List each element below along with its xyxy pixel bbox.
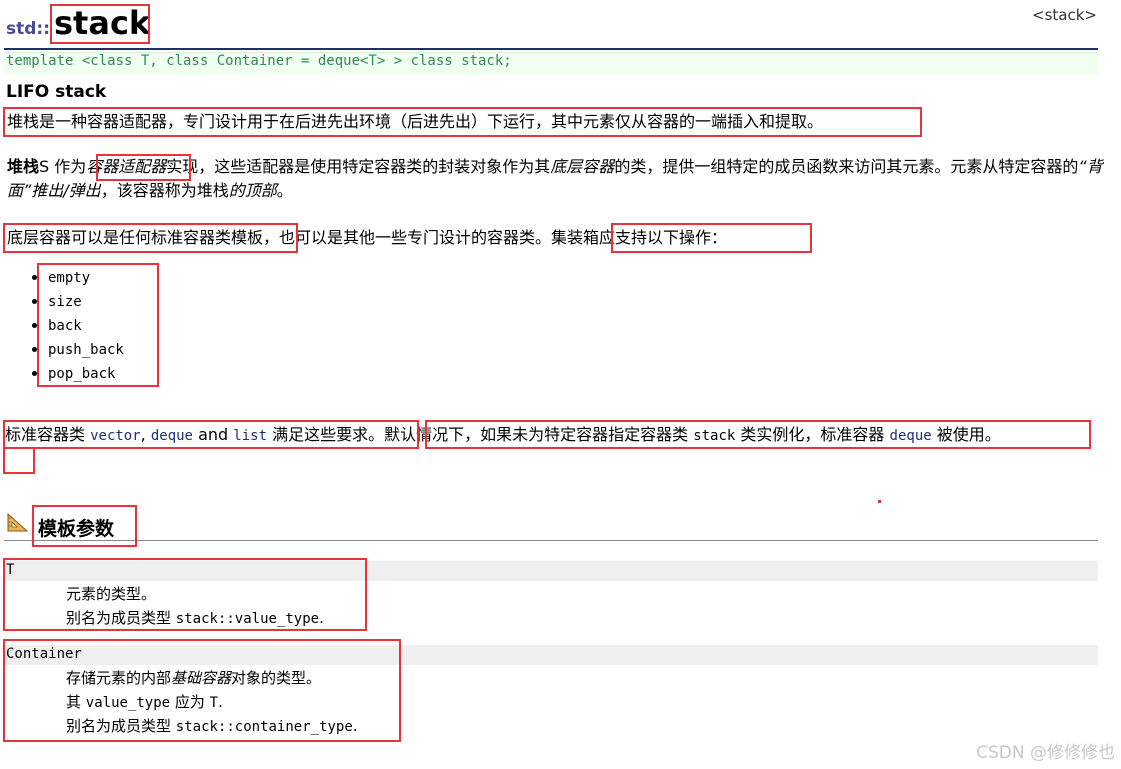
operation-empty[interactable]: empty [48, 270, 90, 286]
text-span: 的类，提供一组特定的成员函数来访问其元素。元素从特定容器的 [614, 157, 1079, 176]
list-item: size [48, 290, 124, 314]
list-item: push_back [48, 338, 124, 362]
text-span: 满足这些要求。 [267, 425, 385, 444]
operations-list: empty size back push_back pop_back [30, 266, 124, 386]
param-container-name: Container [6, 646, 82, 662]
vector-link[interactable]: vector [90, 428, 141, 444]
top-term: 的顶部 [228, 181, 277, 200]
operation-back[interactable]: back [48, 318, 82, 334]
text-span: 别名为成员类型 [66, 717, 176, 735]
requirements-paragraph: 标准容器类 vector, deque and list 满足这些要求。默认情况… [5, 423, 1115, 448]
text-span: 对象的类型。 [231, 669, 322, 687]
template-declaration: template <class T, class Container = deq… [6, 53, 512, 69]
param-container-header [4, 645, 1098, 665]
list-link[interactable]: list [233, 428, 267, 444]
text-span: . [352, 717, 358, 735]
title-namespace: std:: [6, 19, 51, 39]
value-type-code: stack::value_type [175, 611, 320, 627]
template-params-heading: 模板参数 [38, 518, 115, 540]
text-span: 集装箱应支持以下操作： [551, 228, 728, 247]
watermark: CSDN @修修修也 [976, 743, 1115, 763]
param-t-header [4, 561, 1098, 581]
text-span: . [218, 693, 223, 711]
operation-size[interactable]: size [48, 294, 82, 310]
header-divider [4, 48, 1098, 50]
param-container-desc-2: 其 value_type 应为 T. [66, 691, 223, 712]
list-item: pop_back [48, 362, 124, 386]
highlight-box [3, 447, 35, 474]
list-item: back [48, 314, 124, 338]
param-t-desc-2: 别名为成员类型 stack::value_type. [66, 607, 324, 628]
container-adaptor-term: 容器适配器 [86, 157, 167, 176]
bold-term: 堆栈 [7, 157, 40, 176]
t-code: T [209, 695, 219, 711]
text-span: and [193, 425, 234, 444]
section-title: LIFO stack [6, 82, 107, 102]
text-span: ，也可以是其他一些专门设计的容器类。 [263, 228, 552, 247]
params-divider [4, 540, 1098, 541]
text-span: 实现，这些适配器是使用特定容器类的封装对象作为其 [166, 157, 551, 176]
text-span: ，该容器称为堆栈 [100, 181, 229, 200]
param-t-name: T [6, 562, 15, 578]
text-span: , [140, 425, 151, 444]
deque-link[interactable]: deque [890, 428, 932, 444]
header-include-link[interactable]: <stack> [1032, 6, 1097, 24]
text-span: 其 [66, 693, 86, 711]
text-span: 默认情况下，如果未为特定容器指定容器类 [384, 425, 694, 444]
set-square-icon [7, 512, 29, 532]
intro-paragraph-2: 堆栈S 作为容器适配器实现，这些适配器是使用特定容器类的封装对象作为其底层容器的… [7, 155, 1107, 203]
operation-push-back[interactable]: push_back [48, 342, 124, 358]
stack-code: stack [693, 428, 736, 444]
text-span: . [319, 609, 324, 627]
container-type-code: stack::container_type [175, 719, 353, 735]
text-span: 类实例化，标准容器 [735, 425, 890, 444]
text-span: 。 [276, 181, 293, 200]
param-container-desc-3: 别名为成员类型 stack::container_type. [66, 715, 358, 736]
text-span: 别名为成员类型 [66, 609, 176, 627]
underlying-container-term: 基础容器 [171, 669, 232, 687]
page-title: stack [54, 4, 151, 42]
deque-link[interactable]: deque [151, 428, 193, 444]
intro-paragraph-3: 底层容器可以是任何标准容器类模板，也可以是其他一些专门设计的容器类。集装箱应支持… [7, 226, 727, 250]
list-item: empty [48, 266, 124, 290]
param-container-desc-1: 存储元素的内部基础容器对象的类型。 [66, 667, 321, 688]
text-span: 标准容器类 [5, 425, 91, 444]
value-type-code: value_type [85, 695, 171, 711]
operation-pop-back[interactable]: pop_back [48, 366, 115, 382]
text-span: 被使用。 [931, 425, 1001, 444]
text-span: 底层容器可以是任何标准容器类模板 [7, 228, 264, 247]
text-span: 存储元素的内部 [66, 669, 172, 687]
param-t-desc-1: 元素的类型。 [66, 585, 157, 603]
intro-paragraph-1: 堆栈是一种容器适配器，专门设计用于在后进先出环境（后进先出）下运行，其中元素仅从… [7, 112, 824, 131]
text-span: 应为 [170, 693, 210, 711]
red-dot-mark [878, 500, 881, 503]
text-span: S 作为 [39, 157, 87, 176]
underlying-container-term: 底层容器 [550, 157, 615, 176]
